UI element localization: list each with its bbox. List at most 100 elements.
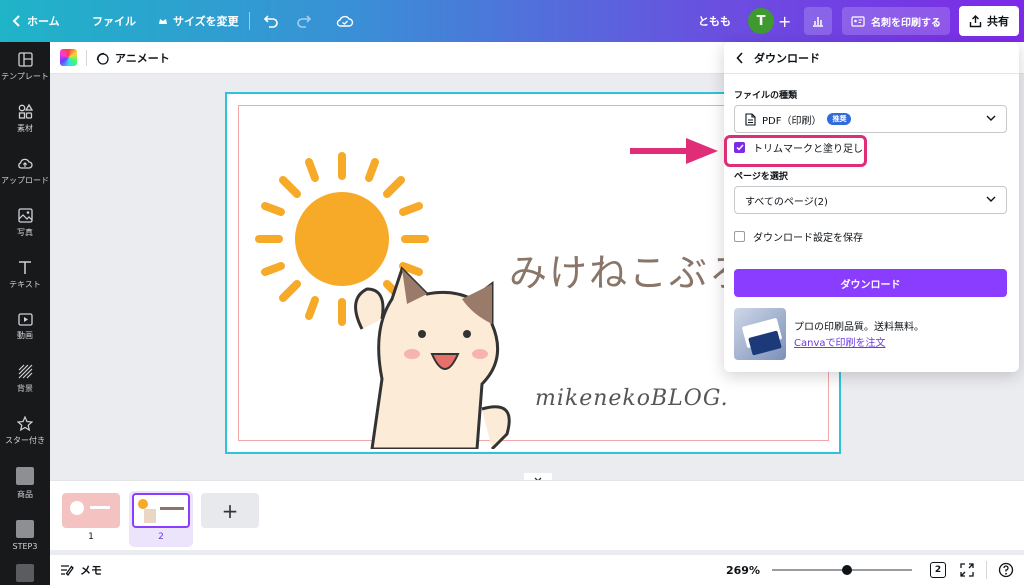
avatar[interactable]: T xyxy=(748,8,774,34)
help-icon[interactable] xyxy=(998,562,1014,578)
upload-icon xyxy=(18,158,33,169)
footer-bar: メモ 269% 2 xyxy=(50,555,1024,585)
step3-thumb xyxy=(16,519,34,538)
card-title[interactable]: みけねこぶろ xyxy=(509,242,749,297)
print-business-cards-button[interactable]: 名刺を印刷する xyxy=(842,7,950,35)
divider xyxy=(986,561,987,579)
trim-marks-highlight xyxy=(724,135,867,167)
zoom-slider-handle[interactable] xyxy=(842,565,852,575)
invite-button[interactable]: + xyxy=(778,0,791,42)
page-count-button[interactable]: 2 xyxy=(930,562,946,578)
background-icon xyxy=(18,364,32,379)
panel-header: ダウンロード xyxy=(724,42,1019,74)
home-button[interactable]: ホーム xyxy=(12,0,60,42)
thumb-cat xyxy=(144,509,156,523)
notes-button[interactable]: メモ xyxy=(60,555,102,585)
order-print-link[interactable]: Canvaで印刷を注文 xyxy=(794,336,924,352)
share-button[interactable]: 共有 xyxy=(959,6,1019,36)
chevron-down-icon xyxy=(986,196,996,202)
add-page-button[interactable]: + xyxy=(201,493,259,528)
product-thumb xyxy=(16,466,34,485)
pages-select[interactable]: すべてのページ(2) xyxy=(734,186,1007,214)
star-icon xyxy=(17,416,33,431)
notes-icon xyxy=(61,565,74,576)
back-chevron-icon[interactable] xyxy=(736,51,744,64)
zoom-level[interactable]: 269% xyxy=(726,555,760,585)
animate-label: アニメート xyxy=(115,52,170,65)
pages-value: すべてのページ(2) xyxy=(745,196,828,208)
thumb-text xyxy=(90,506,110,509)
download-panel: ダウンロード ファイルの種類 PDF（印刷） 推奨 トリムマークと塗り足し ペー… xyxy=(724,42,1019,372)
rail-item-starred[interactable]: スター付き xyxy=(0,406,50,456)
video-icon xyxy=(17,313,33,326)
fullscreen-icon[interactable] xyxy=(960,563,974,577)
plus-icon: + xyxy=(778,11,792,31)
top-bar: ホーム ファイル サイズを変更 ともも T + 名刺を印刷する 共有 xyxy=(0,0,1024,42)
bar-chart-icon xyxy=(813,17,823,27)
save-settings-label: ダウンロード設定を保存 xyxy=(753,233,863,244)
page-thumbnail-1[interactable] xyxy=(62,493,120,528)
thumb-avatar xyxy=(70,501,84,515)
undo-button[interactable] xyxy=(263,0,279,42)
rail-item-text[interactable]: テキスト xyxy=(0,250,50,300)
download-button[interactable]: ダウンロード xyxy=(734,269,1007,297)
memo-label: メモ xyxy=(80,564,102,577)
rail-item-photos[interactable]: 写真 xyxy=(0,198,50,248)
recommended-badge: 推奨 xyxy=(827,113,852,125)
elements-icon xyxy=(18,104,33,119)
page-number-2: 2 xyxy=(158,532,164,542)
thumb-sun xyxy=(138,499,148,509)
card-subtitle[interactable]: mikenekoBLOG. xyxy=(535,386,729,411)
photo-icon xyxy=(17,208,33,223)
rail-item-elements[interactable]: 素材 xyxy=(0,94,50,144)
divider xyxy=(249,0,250,42)
business-card-icon xyxy=(851,15,865,27)
resize-button[interactable]: サイズを変更 xyxy=(158,0,239,42)
rail-item-background[interactable]: 背景 xyxy=(0,354,50,404)
chevron-down-icon xyxy=(986,115,996,121)
file-type-label: ファイルの種類 xyxy=(734,91,798,101)
undo-icon xyxy=(263,15,278,28)
file-type-select[interactable]: PDF（印刷） 推奨 xyxy=(734,105,1007,133)
file-type-value: PDF（印刷） xyxy=(762,115,822,127)
print-promo-image xyxy=(734,308,786,360)
page-number-1: 1 xyxy=(88,532,94,542)
rail-item-templates[interactable]: テンプレート xyxy=(0,42,50,92)
text-icon xyxy=(19,261,31,274)
rail-item-uploads[interactable]: アップロード xyxy=(0,146,50,196)
save-settings-option[interactable]: ダウンロード設定を保存 xyxy=(734,229,863,244)
rail-item-video[interactable]: 動画 xyxy=(0,302,50,352)
pointer-arrow xyxy=(630,138,718,164)
promo-line: プロの印刷品質。送料無料。 xyxy=(794,322,924,333)
share-upload-icon xyxy=(969,14,982,27)
file-menu[interactable]: ファイル xyxy=(92,0,136,42)
cloud-check-icon xyxy=(336,15,354,27)
file-label: ファイル xyxy=(92,15,136,28)
rail-item-product[interactable]: 商品 xyxy=(0,458,50,508)
insights-button[interactable] xyxy=(804,7,832,35)
redo-button[interactable] xyxy=(296,0,312,42)
page-thumbnail-2[interactable] xyxy=(132,493,190,528)
chevron-left-icon xyxy=(12,15,20,27)
rail-item-step3[interactable]: STEP3 xyxy=(0,510,50,560)
page-strip: 1 2 + xyxy=(50,480,1024,550)
animate-icon xyxy=(96,52,109,65)
pages-label: ページを選択 xyxy=(734,172,788,182)
cloud-save-button[interactable] xyxy=(336,0,354,42)
template-icon xyxy=(17,52,33,67)
rail-more-thumb[interactable] xyxy=(16,564,34,582)
redo-icon xyxy=(297,15,312,28)
crown-icon xyxy=(159,19,167,24)
left-rail: テンプレート 素材 アップロード 写真 テキスト 動画 背景 スター付き 商品 … xyxy=(0,42,50,585)
animate-button[interactable]: アニメート xyxy=(95,42,170,74)
thumb-title xyxy=(160,507,184,510)
print-promo-text: プロの印刷品質。送料無料。 Canvaで印刷を注文 xyxy=(794,320,924,352)
panel-title: ダウンロード xyxy=(754,51,820,65)
cat-illustration xyxy=(354,266,511,449)
print-label: 名刺を印刷する xyxy=(871,17,941,29)
document-icon xyxy=(745,112,756,126)
color-picker-swatch[interactable] xyxy=(60,49,77,66)
home-label: ホーム xyxy=(27,15,60,28)
save-settings-checkbox[interactable] xyxy=(734,231,745,242)
share-label: 共有 xyxy=(987,15,1009,28)
